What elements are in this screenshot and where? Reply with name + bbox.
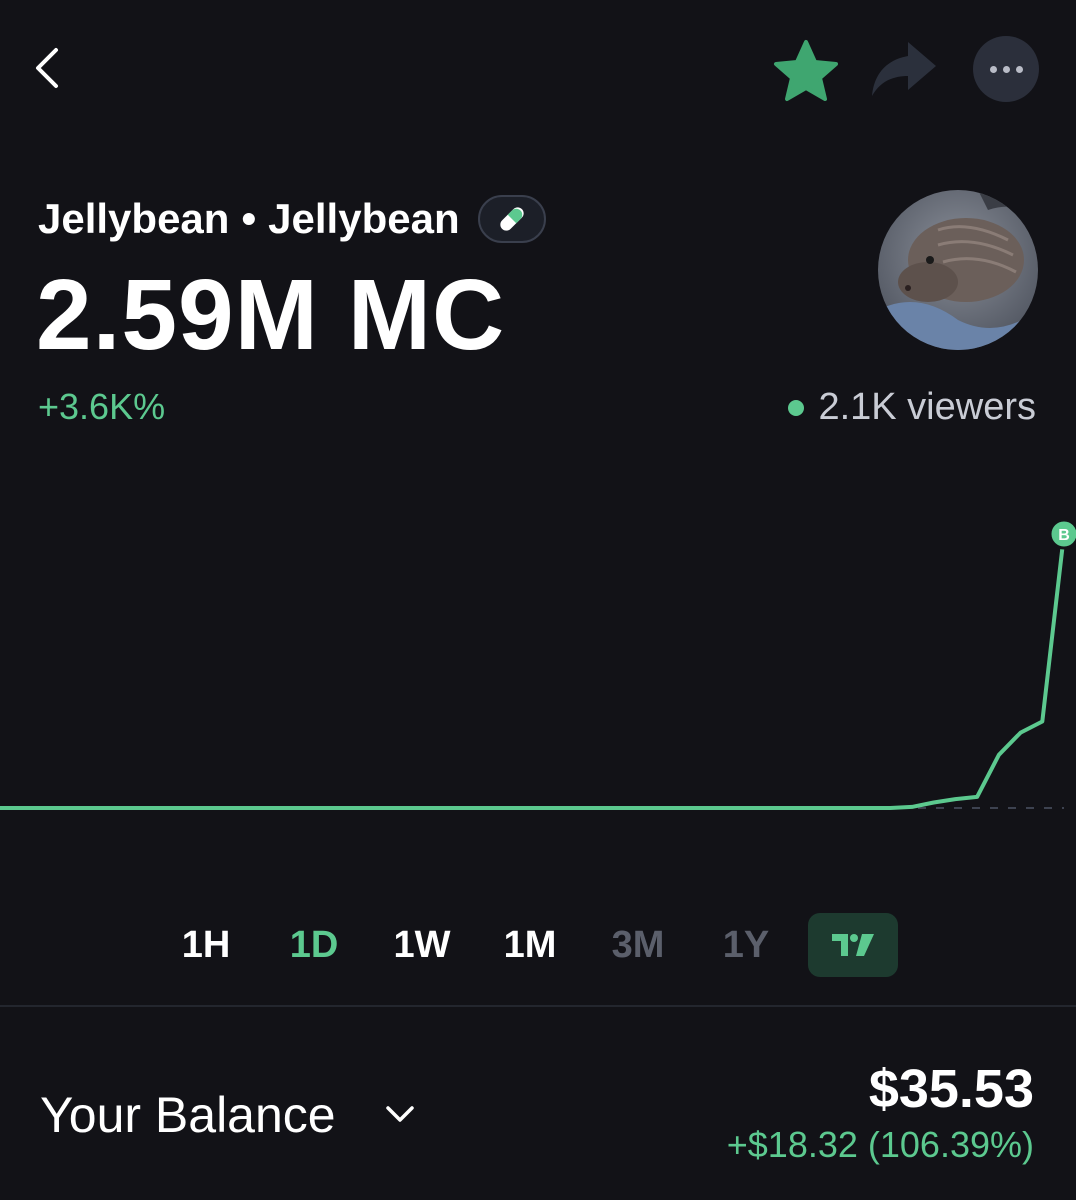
timeframe-option[interactable]: 1D — [260, 924, 368, 967]
ellipsis-icon-dot — [1015, 65, 1023, 73]
share-arrow-icon — [872, 42, 936, 96]
timeframe-option[interactable]: 1Y — [692, 924, 800, 967]
favorite-button[interactable] — [770, 36, 842, 108]
viewers-indicator: 2.1K viewers — [788, 386, 1036, 429]
chevron-down-icon — [386, 1106, 414, 1122]
price-chart[interactable]: B — [0, 500, 1076, 860]
timeframe-option[interactable]: 1W — [368, 924, 476, 967]
ellipsis-icon-dot — [989, 65, 997, 73]
token-title-row: Jellybean • Jellybean — [38, 188, 546, 250]
buy-marker[interactable]: B — [1048, 518, 1076, 550]
timeframe-option[interactable]: 1M — [476, 924, 584, 967]
timeframe-option[interactable]: 1H — [152, 924, 260, 967]
token-avatar-image — [878, 190, 1038, 350]
change-percent: +3.6K% — [38, 386, 166, 427]
balance-value: $35.53 — [868, 1059, 1034, 1119]
buy-marker-label: B — [1058, 527, 1070, 544]
back-button[interactable] — [26, 40, 74, 96]
market-cap: 2.59M MC — [36, 259, 506, 371]
pill-badge[interactable] — [477, 195, 546, 243]
pill-icon — [499, 207, 524, 231]
chart-line — [0, 532, 1066, 810]
ellipsis-icon-dot — [1002, 65, 1010, 73]
viewers-count: 2.1K viewers — [818, 386, 1036, 428]
token-symbol: Jellybean — [268, 195, 460, 242]
tradingview-button[interactable] — [808, 913, 898, 977]
section-divider — [0, 1005, 1076, 1007]
share-button[interactable] — [868, 36, 940, 102]
star-icon — [774, 40, 838, 101]
tradingview-icon — [832, 934, 874, 956]
balance-change: +$18.32 (106.39%) — [726, 1124, 1034, 1165]
chevron-left-icon — [36, 48, 58, 88]
balance-toggle[interactable] — [384, 1098, 416, 1130]
token-name: Jellybean — [38, 195, 230, 242]
live-dot-icon — [788, 399, 805, 416]
timeframe-option[interactable]: 3M — [584, 924, 692, 967]
balance-label[interactable]: Your Balance — [40, 1086, 336, 1144]
timeframe-selector: 1H 1D 1W 1M 3M 1Y — [152, 912, 898, 978]
more-options-button[interactable] — [973, 36, 1039, 102]
token-separator: • — [241, 195, 257, 242]
